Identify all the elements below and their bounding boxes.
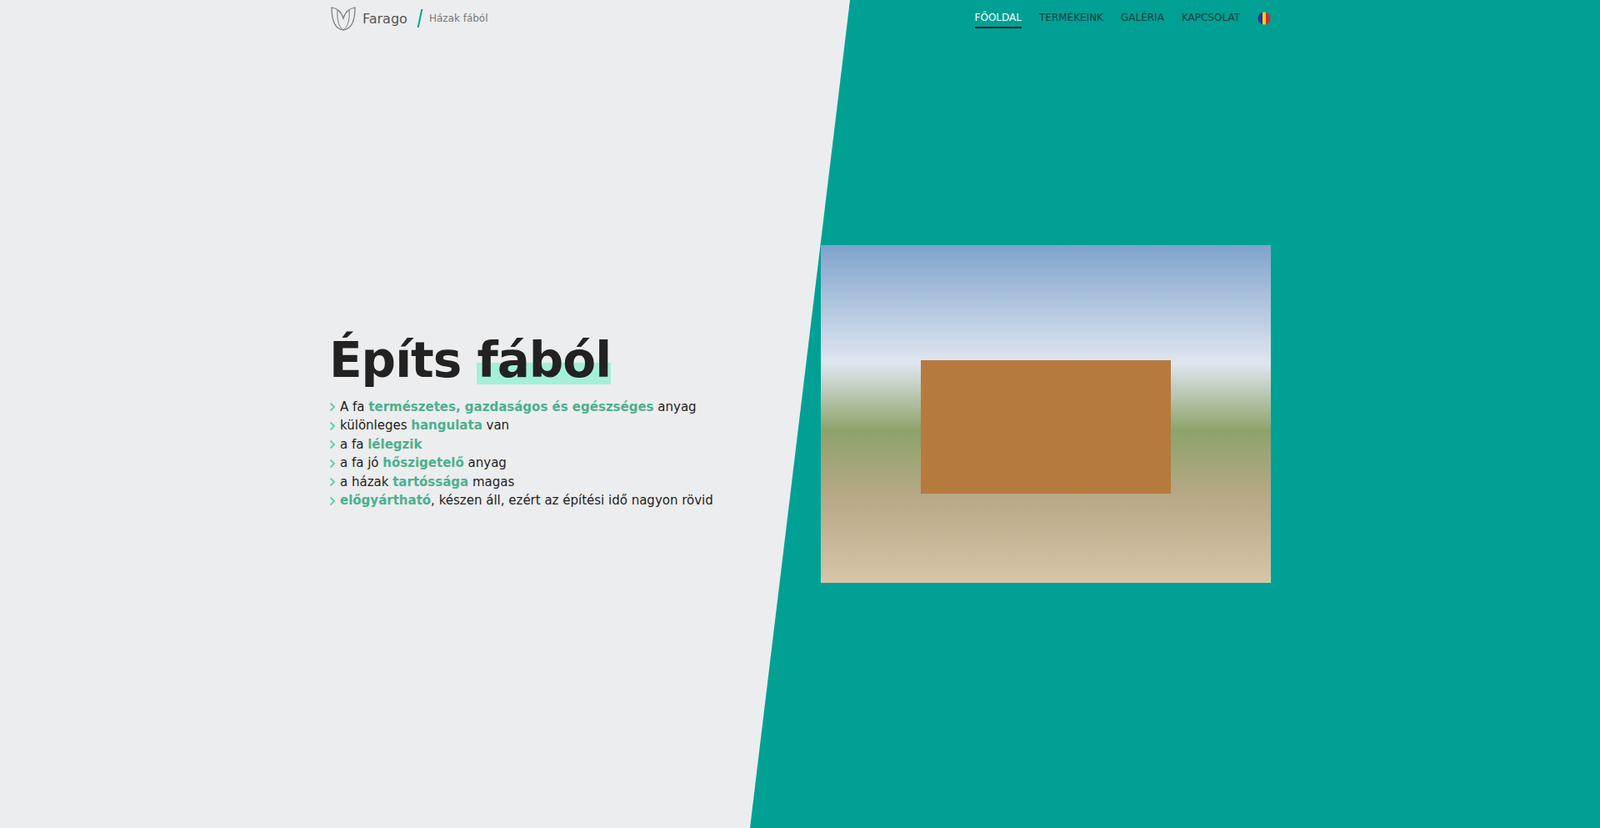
feature-item: előgyártható, készen áll, ezért az építé…: [329, 490, 796, 510]
hero: Építs fából A fa természetes, gazdaságos …: [329, 36, 1271, 791]
hero-text: Építs fából A fa természetes, gazdaságos …: [329, 317, 796, 510]
feature-item: a fa lélegzik: [329, 435, 796, 455]
chevron-icon: [329, 495, 336, 506]
hero-title: Építs fából: [329, 334, 796, 388]
leaf-logo-icon: [329, 5, 358, 32]
feature-item: A fa természetes, gazdaságos és egészség…: [329, 397, 796, 417]
chevron-icon: [329, 476, 336, 487]
feature-item: különleges hangulata van: [329, 415, 796, 435]
romanian-flag-icon[interactable]: [1257, 11, 1271, 25]
nav-item[interactable]: GALÉRIA: [1120, 8, 1165, 29]
house-shape: [920, 360, 1171, 494]
chevron-icon: [329, 439, 336, 450]
feature-list: A fa természetes, gazdaságos és egészség…: [329, 397, 796, 510]
chevron-icon: [329, 401, 336, 412]
page: Farago Házak fából FŐOLDAL TERMÉKEINK GALÉRI…: [0, 0, 1600, 828]
brand-tagline: Házak fából: [429, 12, 489, 25]
header: Farago Házak fából FŐOLDAL TERMÉKEINK GALÉRI…: [329, 0, 1271, 37]
brand[interactable]: Farago Házak fából: [329, 5, 489, 32]
feature-item: a fa jó hőszigetelő anyag: [329, 453, 796, 473]
brand-divider: [417, 9, 424, 28]
house-photo: [820, 245, 1271, 583]
nav-item[interactable]: FŐOLDAL: [975, 8, 1022, 29]
feature-item: a házak tartóssága magas: [329, 472, 796, 492]
main-nav: FŐOLDAL TERMÉKEINK GALÉRIA KAPCSOLAT: [975, 8, 1271, 29]
nav-item[interactable]: KAPCSOLAT: [1181, 8, 1240, 29]
chevron-icon: [329, 420, 336, 431]
teal-background: [0, 0, 1600, 828]
brand-name: Farago: [362, 10, 408, 27]
nav-item[interactable]: TERMÉKEINK: [1039, 8, 1104, 29]
chevron-icon: [329, 458, 336, 469]
